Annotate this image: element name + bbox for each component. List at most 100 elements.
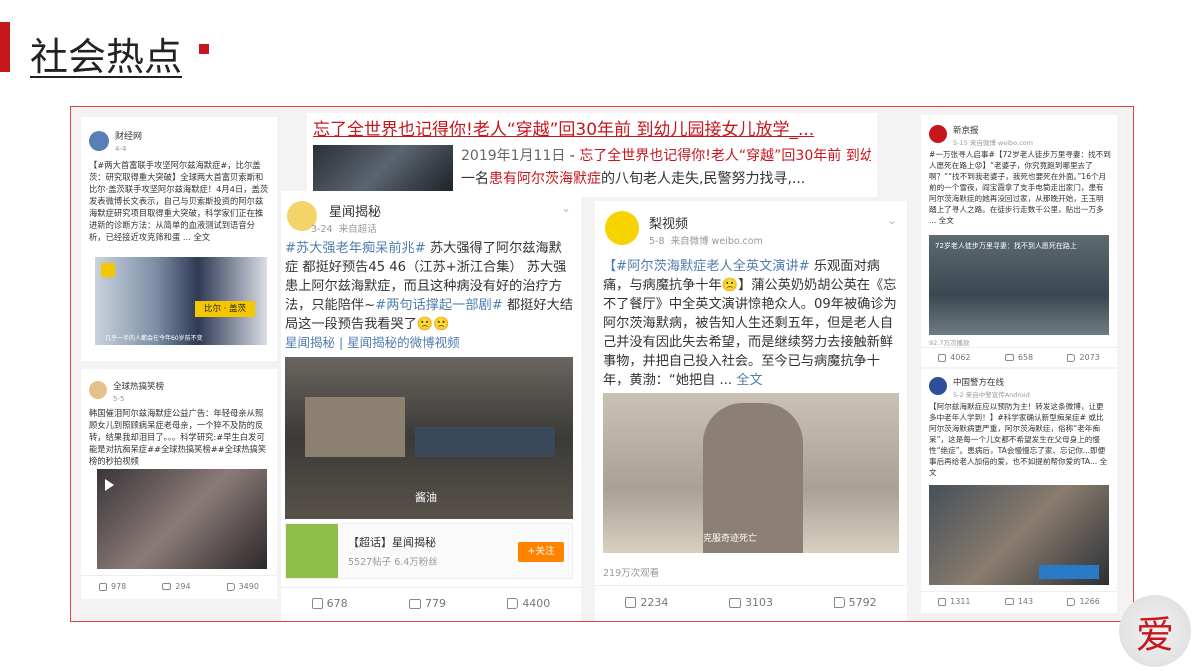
post-video[interactable]: 克服奇迹死亡 — [603, 393, 899, 553]
post-image[interactable]: 比尔 · 盖茨 几乎一半的人都会在今年60岁前不变 — [95, 257, 267, 345]
hashtag-link[interactable]: #两句话撑起一部剧# — [375, 298, 503, 313]
action-bar: 1311 143 1266 — [921, 591, 1117, 611]
weibo-card-caijing[interactable]: 财经网 4-4 【#两大首富联手攻坚阿尔兹海默症#，比尔盖茨：研究取得重大突破】… — [81, 117, 277, 361]
image-caption: 几乎一半的人都会在今年60岁前不变 — [105, 335, 203, 342]
share-button[interactable]: 978 — [99, 581, 126, 593]
comment-button[interactable]: 658 — [1004, 352, 1033, 364]
username[interactable]: 星闻揭秘 — [329, 201, 381, 220]
post-text: 韩国催泪阿尔兹海默症公益广告：年轻母亲从照顾女儿到照顾病呆症老母亲，一个猝不及防… — [89, 408, 267, 466]
weibo-card-gaoxiao[interactable]: 全球热搞笑榜 5-5 韩国催泪阿尔兹海默症公益广告：年轻母亲从照顾女儿到照顾病呆… — [81, 369, 277, 599]
like-button[interactable]: 5792 — [833, 596, 877, 609]
name-tag: 比尔 · 盖茨 — [195, 301, 255, 317]
logo-icon — [101, 263, 115, 277]
username[interactable]: 财经网 — [115, 131, 142, 143]
view-count: 219万次观看 — [603, 568, 660, 579]
comment-button[interactable]: 294 — [162, 581, 191, 593]
share-button[interactable]: 2234 — [625, 596, 668, 609]
share-button[interactable]: 4062 — [938, 352, 971, 364]
avatar[interactable] — [89, 131, 109, 151]
avatar[interactable] — [929, 125, 947, 143]
share-button[interactable]: 1311 — [938, 596, 971, 608]
action-bar: 678 779 4400 — [281, 587, 581, 619]
post-video[interactable] — [929, 485, 1109, 585]
post-time: 5-8 来自微博 weibo.com — [649, 236, 763, 247]
post-time: 5-15 来自微博 weibo.com — [953, 139, 1033, 147]
post-time: 5-5 — [113, 395, 125, 403]
avatar[interactable] — [89, 381, 107, 399]
comment-icon — [1004, 598, 1014, 605]
action-bar: 978 294 3490 — [81, 575, 277, 597]
post-text: #一万张寻人启事#【72岁老人徒步万里寻妻：找不到人愿死在路上😟】“老婆子，你究… — [929, 150, 1111, 225]
post-video[interactable] — [97, 469, 267, 569]
like-button[interactable]: 2073 — [1067, 352, 1100, 364]
post-time: 4-4 — [115, 145, 127, 153]
read-more-link[interactable]: 全文 — [736, 373, 762, 388]
action-bar: 2234 3103 5792 — [595, 585, 907, 619]
video-subtitle: 酱油 — [415, 491, 437, 504]
topic-title: 【超话】星闻揭秘 — [348, 536, 436, 549]
weibo-card-xinjing[interactable]: 新京报 5-15 来自微博 weibo.com #一万张寻人启事#【72岁老人徒… — [921, 115, 1117, 367]
like-button[interactable]: 1266 — [1067, 596, 1100, 608]
video-frame — [305, 397, 405, 457]
news-search-result[interactable]: 忘了全世界也记得你!老人“穿越”回30年前 到幼儿园接女儿放学_... 2019… — [307, 113, 877, 197]
follow-button[interactable]: +关注 — [518, 542, 564, 562]
comment-button[interactable]: 3103 — [728, 596, 773, 609]
share-icon — [938, 597, 947, 606]
comment-button[interactable]: 143 — [1004, 596, 1033, 608]
share-icon — [311, 598, 323, 609]
comment-button[interactable]: 779 — [408, 597, 446, 610]
video-frame — [415, 427, 555, 457]
news-thumbnail[interactable] — [313, 145, 453, 191]
video-subtitle: 克服奇迹死亡 — [703, 534, 758, 544]
weibo-card-lishipin[interactable]: 梨视频 5-8 来自微博 weibo.com ⌄ 【#阿尔茨海默症老人全英文演讲… — [595, 201, 907, 621]
video-source-links[interactable]: 星闻揭秘 | 星闻揭秘的微博视频 — [285, 333, 460, 352]
post-text: 【#阿尔茨海默症老人全英文演讲# 乐观面对病痛，与病魔抗争十年🙁】蒲公英奶奶胡公… — [603, 259, 897, 388]
news-snippet: 2019年1月11日 - 忘了全世界也记得你!老人“穿越”回30年前 到幼儿..… — [461, 148, 871, 187]
post-video[interactable]: 72岁老人徒步万里寻妻：找不到人愿死在路上 — [929, 235, 1109, 335]
title-accent-bar — [0, 22, 10, 72]
username[interactable]: 梨视频 — [649, 213, 688, 232]
avatar[interactable] — [605, 211, 639, 245]
thumb-up-icon — [833, 597, 845, 608]
hashtag-link[interactable]: 【#阿尔茨海默症老人全英文演讲# — [603, 259, 810, 274]
like-button[interactable]: 3490 — [226, 581, 259, 593]
weibo-card-jingfang[interactable]: 中国警方在线 5-2 来自中警宣传Android 【阿尔兹海默症应以预防为主！转… — [921, 369, 1117, 613]
avatar[interactable] — [929, 377, 947, 395]
post-video[interactable]: 酱油 — [285, 357, 573, 519]
watermark-logo: 爱 — [1119, 595, 1191, 667]
chevron-down-icon[interactable]: ⌄ — [561, 201, 571, 215]
thumb-up-icon — [1067, 597, 1076, 606]
share-icon — [625, 597, 637, 608]
action-bar: 4062 658 2073 — [921, 347, 1117, 367]
username[interactable]: 中国警方在线 — [953, 377, 1004, 389]
comment-icon — [408, 598, 421, 609]
thumb-up-icon — [1067, 353, 1076, 362]
comment-icon — [728, 597, 741, 608]
news-headline-link[interactable]: 忘了全世界也记得你!老人“穿越”回30年前 到幼儿园接女儿放学_... — [313, 115, 814, 140]
like-button[interactable]: 4400 — [507, 597, 550, 610]
super-topic-card[interactable]: 【超话】星闻揭秘 5527帖子 6.4万粉丝 +关注 — [285, 523, 573, 579]
thumb-up-icon — [226, 582, 235, 591]
share-button[interactable]: 678 — [311, 597, 348, 610]
news-ticker — [1039, 565, 1099, 579]
post-time: 3-24 来自超话 — [311, 224, 377, 235]
username[interactable]: 全球热搞笑榜 — [113, 381, 164, 393]
weibo-card-xingwen[interactable]: 星闻揭秘 3-24 来自超话 ⌄ #苏大强老年痴呆前兆# 苏大强得了阿尔兹海默症… — [281, 191, 581, 621]
watermark-glyph: 爱 — [1135, 612, 1174, 657]
topic-thumbnail — [286, 524, 338, 578]
play-icon[interactable] — [105, 479, 114, 491]
video-title: 72岁老人徒步万里寻妻：找不到人愿死在路上 — [935, 242, 1077, 250]
screenshot-collage: 财经网 4-4 【#两大首富联手攻坚阿尔兹海默症#，比尔盖茨：研究取得重大突破】… — [70, 106, 1134, 622]
post-text: #苏大强老年痴呆前兆# 苏大强得了阿尔兹海默症 都挺好预告45 46（江苏+浙江… — [285, 241, 573, 332]
comment-icon — [1004, 354, 1014, 361]
hashtag-link[interactable]: #苏大强老年痴呆前兆# — [285, 241, 426, 256]
topic-stats: 5527帖子 6.4万粉丝 — [348, 557, 438, 568]
share-icon — [99, 582, 107, 591]
comment-icon — [162, 583, 172, 590]
slide-title: 社会热点 — [30, 35, 183, 79]
share-icon — [938, 353, 947, 362]
thumb-up-icon — [507, 598, 519, 609]
username[interactable]: 新京报 — [953, 125, 979, 137]
post-text: 【阿尔兹海默症应以预防为主！转发这条微博，让更多中老年人学到！】#科学家确认新型… — [929, 402, 1108, 477]
chevron-down-icon[interactable]: ⌄ — [887, 213, 897, 227]
